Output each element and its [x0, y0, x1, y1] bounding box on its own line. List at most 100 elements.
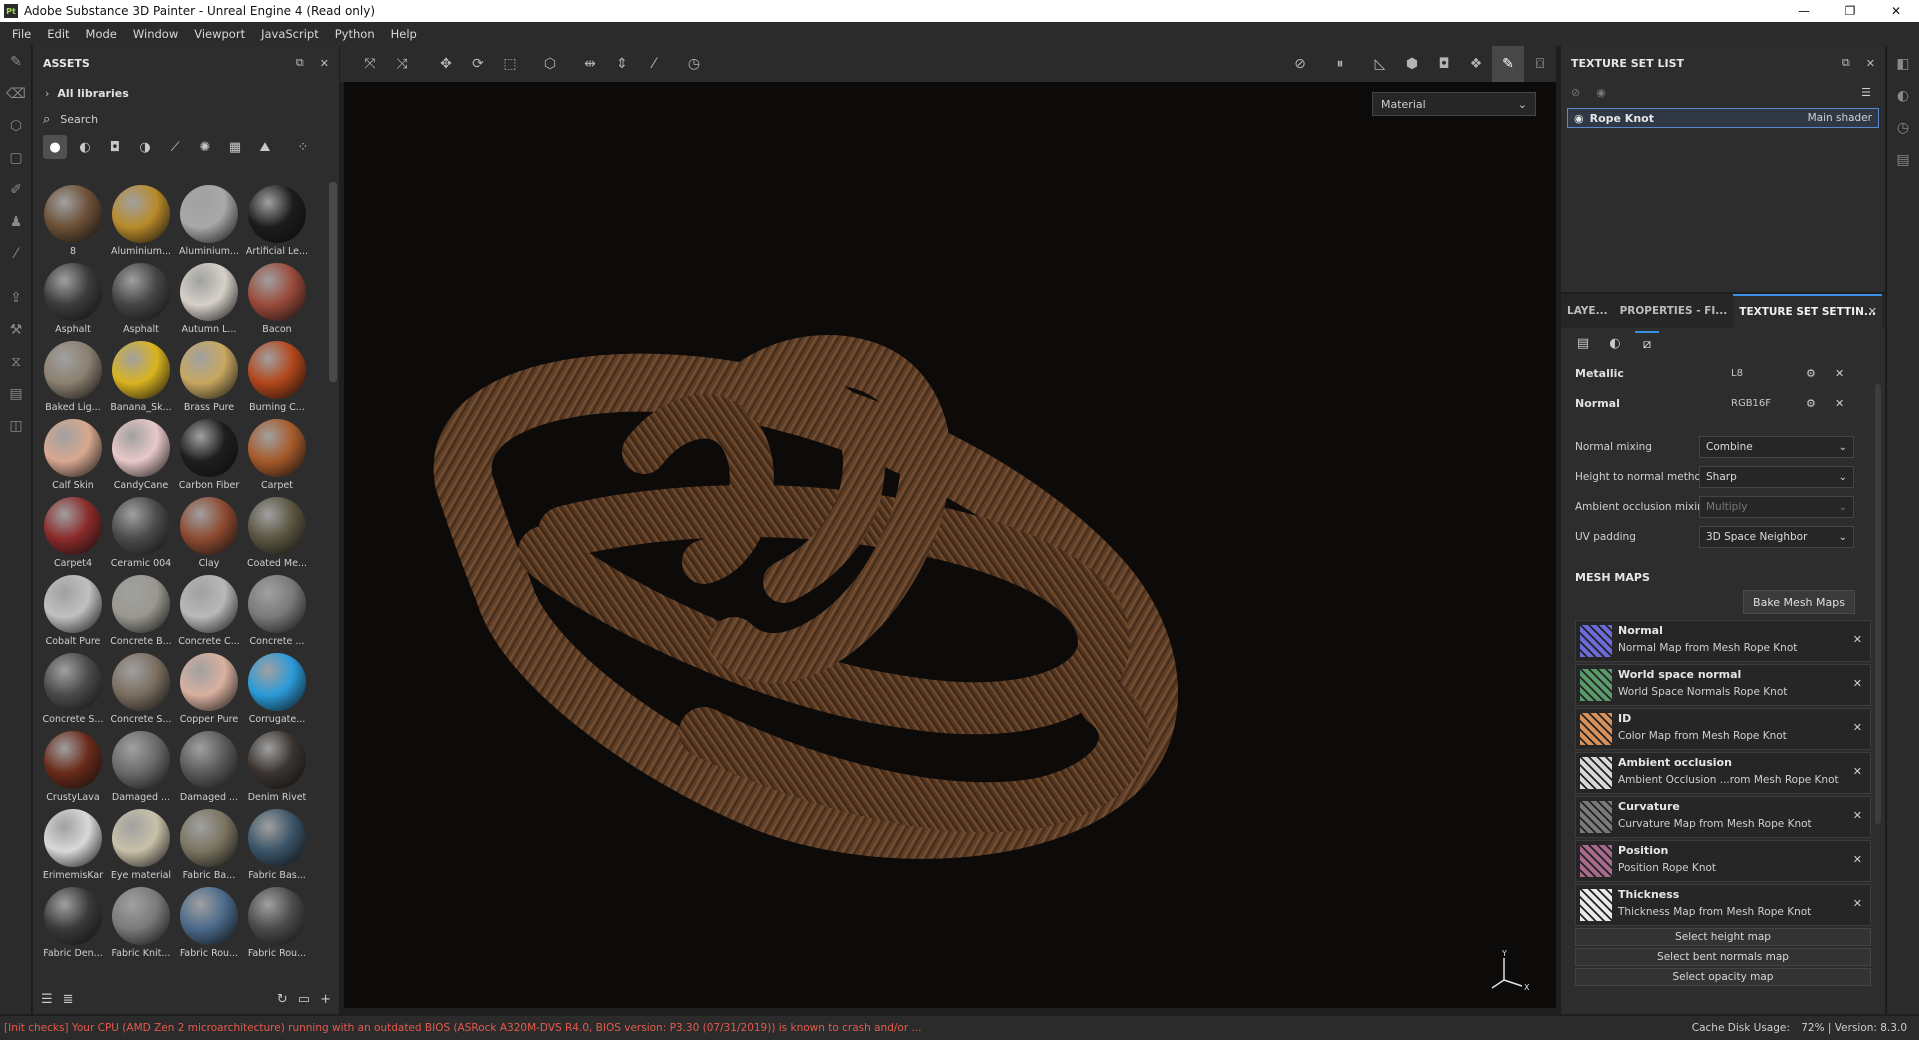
- smudge-icon[interactable]: ✐: [0, 174, 32, 206]
- eraser-icon[interactable]: ⌫: [0, 78, 32, 110]
- eye-slash-icon[interactable]: ⊘: [1571, 86, 1580, 99]
- asset-thumbnail[interactable]: Asphalt: [39, 260, 107, 338]
- channel-format[interactable]: L8: [1731, 368, 1743, 379]
- history-icon[interactable]: ◷: [1887, 112, 1919, 144]
- library-selector[interactable]: › All libraries: [33, 80, 339, 106]
- menu-javascript[interactable]: JavaScript: [253, 27, 327, 41]
- menu-mode[interactable]: Mode: [78, 27, 125, 41]
- asset-thumbnail[interactable]: Baked Lig...: [39, 338, 107, 416]
- menu-window[interactable]: Window: [125, 27, 186, 41]
- asset-thumbnail[interactable]: CandyCane: [107, 416, 175, 494]
- search-input[interactable]: Search: [60, 113, 98, 126]
- add-icon[interactable]: +: [320, 992, 331, 1007]
- generators-filter-icon[interactable]: ◑: [133, 135, 157, 159]
- uv-icon[interactable]: ⧄: [1635, 331, 1659, 355]
- log-icon[interactable]: ▤: [1887, 144, 1919, 176]
- asset-thumbnail[interactable]: Fabric Rou...: [243, 884, 311, 962]
- display-settings-icon[interactable]: ◧: [1887, 48, 1919, 80]
- select-opacity-map-button[interactable]: Select opacity map: [1575, 968, 1871, 986]
- menu-file[interactable]: File: [4, 27, 39, 41]
- screenshot-icon[interactable]: ⌼: [1524, 46, 1556, 82]
- channel-format[interactable]: RGB16F: [1731, 398, 1771, 409]
- save-search-icon[interactable]: ≣: [63, 992, 74, 1007]
- search-row[interactable]: ⌕ Search: [33, 106, 339, 132]
- asset-scrollbar[interactable]: [329, 182, 337, 382]
- asset-thumbnail[interactable]: Denim Rivet: [243, 728, 311, 806]
- refresh-icon[interactable]: ↻: [277, 992, 288, 1007]
- remove-mesh-map-icon[interactable]: ✕: [1853, 721, 1862, 734]
- shader-name[interactable]: Main shader: [1808, 112, 1872, 124]
- shader-icon[interactable]: ◐: [1603, 331, 1627, 355]
- undock-icon[interactable]: ⧉: [1842, 56, 1850, 70]
- mesh-map-item[interactable]: Position Position Rope Knot ✕: [1575, 840, 1871, 882]
- asset-thumbnail[interactable]: Fabric Ba...: [175, 806, 243, 884]
- height-to-normal-select[interactable]: Sharp ⌄: [1699, 466, 1854, 488]
- mesh-map-item[interactable]: World space normal World Space Normals Ro…: [1575, 664, 1871, 706]
- asset-thumbnail[interactable]: Concrete S...: [107, 650, 175, 728]
- projection-icon[interactable]: ⬡: [0, 110, 32, 142]
- masks-filter-icon[interactable]: ◘: [103, 135, 127, 159]
- symmetry-icon[interactable]: ⁄: [638, 46, 670, 82]
- asset-thumbnail[interactable]: Concrete ...: [243, 572, 311, 650]
- remove-mesh-map-icon[interactable]: ✕: [1853, 897, 1862, 910]
- mesh-map-item[interactable]: Normal Normal Map from Mesh Rope Knot ✕: [1575, 620, 1871, 662]
- asset-thumbnail[interactable]: Aluminium...: [175, 182, 243, 260]
- asset-thumbnail[interactable]: CrustyLava: [39, 728, 107, 806]
- menu-edit[interactable]: Edit: [39, 27, 77, 41]
- asset-thumbnail[interactable]: Fabric Rou...: [175, 884, 243, 962]
- textures-filter-icon[interactable]: ▦: [223, 135, 247, 159]
- particles-filter-icon[interactable]: ✺: [193, 135, 217, 159]
- asset-thumbnail[interactable]: Copper Pure: [175, 650, 243, 728]
- pause-icon[interactable]: ⏸: [1324, 46, 1356, 82]
- color-picker-icon[interactable]: ⁄: [0, 238, 32, 270]
- mirror-y-icon[interactable]: ⇕: [606, 46, 638, 82]
- asset-thumbnail[interactable]: Fabric Bas...: [243, 806, 311, 884]
- menu-icon[interactable]: ☰: [1861, 86, 1871, 99]
- mirror-x-icon[interactable]: ⇹: [574, 46, 606, 82]
- environments-filter-icon[interactable]: ⛰: [253, 135, 277, 159]
- asset-thumbnail[interactable]: Eye material: [107, 806, 175, 884]
- clone-icon[interactable]: ♟: [0, 206, 32, 238]
- asset-thumbnail[interactable]: Concrete B...: [107, 572, 175, 650]
- close-icon[interactable]: ✕: [320, 57, 329, 70]
- asset-thumbnail[interactable]: Cobalt Pure: [39, 572, 107, 650]
- asset-thumbnail[interactable]: Damaged ...: [107, 728, 175, 806]
- grid-view-icon[interactable]: ⁘: [291, 135, 315, 159]
- menu-python[interactable]: Python: [327, 27, 383, 41]
- 3d-viewport[interactable]: Material ⌄ Y X: [344, 82, 1556, 1008]
- export-icon[interactable]: ⇪: [0, 282, 32, 314]
- minimize-button[interactable]: —: [1781, 0, 1827, 22]
- asset-thumbnail[interactable]: Damaged ...: [175, 728, 243, 806]
- tab-properties[interactable]: PROPERTIES - FI...: [1614, 294, 1734, 328]
- normal-mixing-select[interactable]: Combine ⌄: [1699, 436, 1854, 458]
- asset-thumbnail[interactable]: Concrete S...: [39, 650, 107, 728]
- bake-icon[interactable]: ⚒: [0, 314, 32, 346]
- asset-thumbnail[interactable]: Coated Me...: [243, 494, 311, 572]
- asset-thumbnail[interactable]: Artificial Le...: [243, 182, 311, 260]
- maximize-button[interactable]: ❐: [1827, 0, 1873, 22]
- asset-thumbnail[interactable]: Calf Skin: [39, 416, 107, 494]
- paint-brush-icon[interactable]: ✎: [0, 46, 32, 78]
- remove-mesh-map-icon[interactable]: ✕: [1853, 765, 1862, 778]
- mesh-map-item[interactable]: Thickness Thickness Map from Mesh Rope Kn…: [1575, 884, 1871, 926]
- asset-thumbnail[interactable]: Asphalt: [107, 260, 175, 338]
- polygon-fill-icon[interactable]: ▢: [0, 142, 32, 174]
- init-check-warning[interactable]: [Init checks] Your CPU (AMD Zen 2 microa…: [4, 1022, 1504, 1034]
- close-icon[interactable]: ✕: [1868, 305, 1877, 318]
- materials-filter-icon[interactable]: ●: [43, 135, 67, 159]
- paint-mode-icon[interactable]: ✎: [1492, 46, 1524, 82]
- display-settings-icon[interactable]: ⬢: [1396, 46, 1428, 82]
- remove-channel-icon[interactable]: ✕: [1835, 367, 1844, 380]
- remove-mesh-map-icon[interactable]: ✕: [1853, 677, 1862, 690]
- rotate-icon[interactable]: ⟳: [462, 46, 494, 82]
- uv-padding-select[interactable]: 3D Space Neighbor ⌄: [1699, 526, 1854, 548]
- render-icon[interactable]: ❖: [1460, 46, 1492, 82]
- menu-viewport[interactable]: Viewport: [186, 27, 253, 41]
- tab-texture-set-settings[interactable]: TEXTURE SET SETTIN...: [1733, 294, 1882, 328]
- brushes-filter-icon[interactable]: ⟋: [163, 135, 187, 159]
- asset-thumbnail[interactable]: Fabric Knit...: [107, 884, 175, 962]
- asset-thumbnail[interactable]: Burning C...: [243, 338, 311, 416]
- smart-materials-filter-icon[interactable]: ◐: [73, 135, 97, 159]
- asset-thumbnail[interactable]: Carbon Fiber: [175, 416, 243, 494]
- asset-thumbnail[interactable]: Fabric Den...: [39, 884, 107, 962]
